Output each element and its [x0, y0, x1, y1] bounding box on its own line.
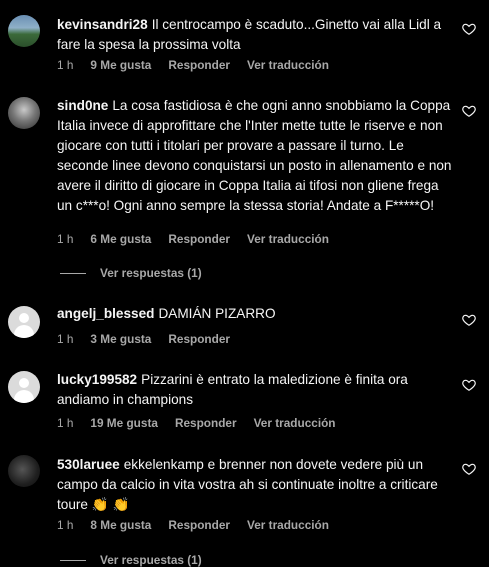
translate-button[interactable]: Ver traducción — [247, 58, 329, 72]
replies-divider — [60, 272, 86, 274]
comment-text: kevinsandri28 Il centrocampo è scaduto...… — [57, 15, 452, 55]
reply-button[interactable]: Responder — [168, 58, 230, 72]
comment-meta: 1 h 9 Me gusta Responder Ver traducción — [57, 58, 329, 72]
reply-button[interactable]: Responder — [175, 416, 237, 430]
translate-button[interactable]: Ver traducción — [247, 518, 329, 532]
comment-text: 530laruee ekkelenkamp e brenner non dovet… — [57, 455, 452, 515]
comment-username[interactable]: lucky199582 — [57, 372, 137, 387]
avatar[interactable] — [8, 455, 40, 487]
comment-body: DAMIÁN PIZARRO — [158, 306, 276, 321]
avatar[interactable] — [8, 306, 40, 338]
default-user-icon — [19, 378, 29, 388]
view-replies-label[interactable]: Ver respuestas (1) — [100, 553, 202, 567]
comment-body: La cosa fastidiosa è che ogni anno snobb… — [57, 98, 452, 213]
translate-button[interactable]: Ver traducción — [254, 416, 336, 430]
default-user-icon — [19, 313, 29, 323]
reply-button[interactable]: Responder — [168, 332, 230, 346]
comment-meta: 1 h 8 Me gusta Responder Ver traducción — [57, 518, 329, 532]
comment-meta: 1 h 19 Me gusta Responder Ver traducción — [57, 416, 336, 430]
translate-button[interactable]: Ver traducción — [247, 232, 329, 246]
comment-username[interactable]: 530laruee — [57, 457, 120, 472]
reply-button[interactable]: Responder — [168, 232, 230, 246]
heart-outline-icon[interactable] — [462, 22, 476, 36]
comment-meta: 1 h 3 Me gusta Responder — [57, 332, 247, 346]
view-replies-button[interactable]: Ver respuestas (1) — [60, 553, 202, 567]
comment-likes[interactable]: 8 Me gusta — [90, 518, 151, 532]
comment-time[interactable]: 1 h — [57, 58, 73, 72]
comment-likes[interactable]: 3 Me gusta — [90, 332, 151, 346]
avatar[interactable] — [8, 97, 40, 129]
heart-outline-icon[interactable] — [462, 378, 476, 392]
comment-username[interactable]: angelj_blessed — [57, 306, 154, 321]
comment-time[interactable]: 1 h — [57, 518, 73, 532]
reply-button[interactable]: Responder — [168, 518, 230, 532]
heart-outline-icon[interactable] — [462, 104, 476, 118]
comment-likes[interactable]: 19 Me gusta — [90, 416, 158, 430]
comment-likes[interactable]: 9 Me gusta — [90, 58, 151, 72]
comment-time[interactable]: 1 h — [57, 232, 73, 246]
avatar[interactable] — [8, 371, 40, 403]
comment-likes[interactable]: 6 Me gusta — [90, 232, 151, 246]
comment-time[interactable]: 1 h — [57, 332, 73, 346]
comment-meta: 1 h 6 Me gusta Responder Ver traducción — [57, 232, 329, 246]
replies-divider — [60, 559, 86, 561]
comment-username[interactable]: kevinsandri28 — [57, 17, 148, 32]
view-replies-label[interactable]: Ver respuestas (1) — [100, 266, 202, 280]
heart-outline-icon[interactable] — [462, 462, 476, 476]
heart-outline-icon[interactable] — [462, 313, 476, 327]
comment-text: sind0ne La cosa fastidiosa è che ogni ann… — [57, 96, 452, 216]
view-replies-button[interactable]: Ver respuestas (1) — [60, 266, 202, 280]
avatar[interactable] — [8, 15, 40, 47]
comment-text: angelj_blessed DAMIÁN PIZARRO — [57, 304, 452, 324]
comment-time[interactable]: 1 h — [57, 416, 73, 430]
comment-text: lucky199582 Pizzarini è entrato la maledi… — [57, 370, 452, 410]
comment-username[interactable]: sind0ne — [57, 98, 108, 113]
